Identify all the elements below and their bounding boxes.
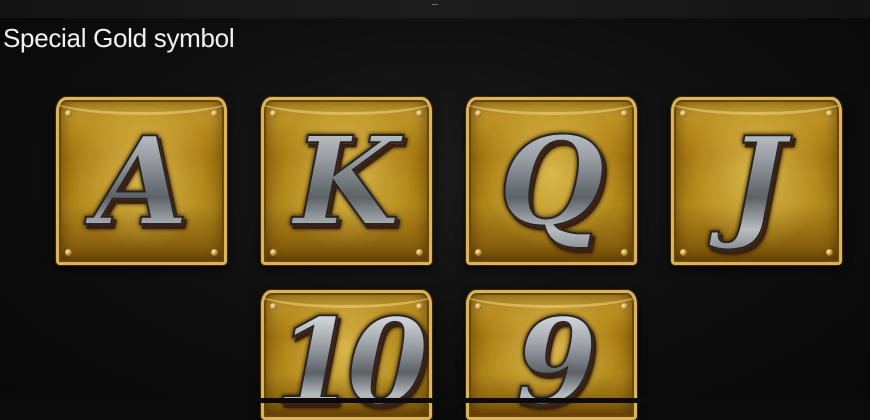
- symbol-tile-j: J: [671, 97, 842, 265]
- top-bar-marker: [432, 0, 438, 5]
- bottom-edge: [0, 398, 870, 403]
- symbol-tile-a: A: [56, 97, 227, 265]
- symbol-glyph: Q: [469, 100, 634, 262]
- symbol-glyph: A: [59, 100, 224, 262]
- symbol-glyph: K: [264, 100, 429, 262]
- section-title: Special Gold symbol: [3, 23, 235, 53]
- symbol-tile-q: Q: [466, 97, 637, 265]
- symbol-tile-k: K: [261, 97, 432, 265]
- symbol-glyph: J: [674, 100, 839, 262]
- top-bar: [0, 0, 870, 18]
